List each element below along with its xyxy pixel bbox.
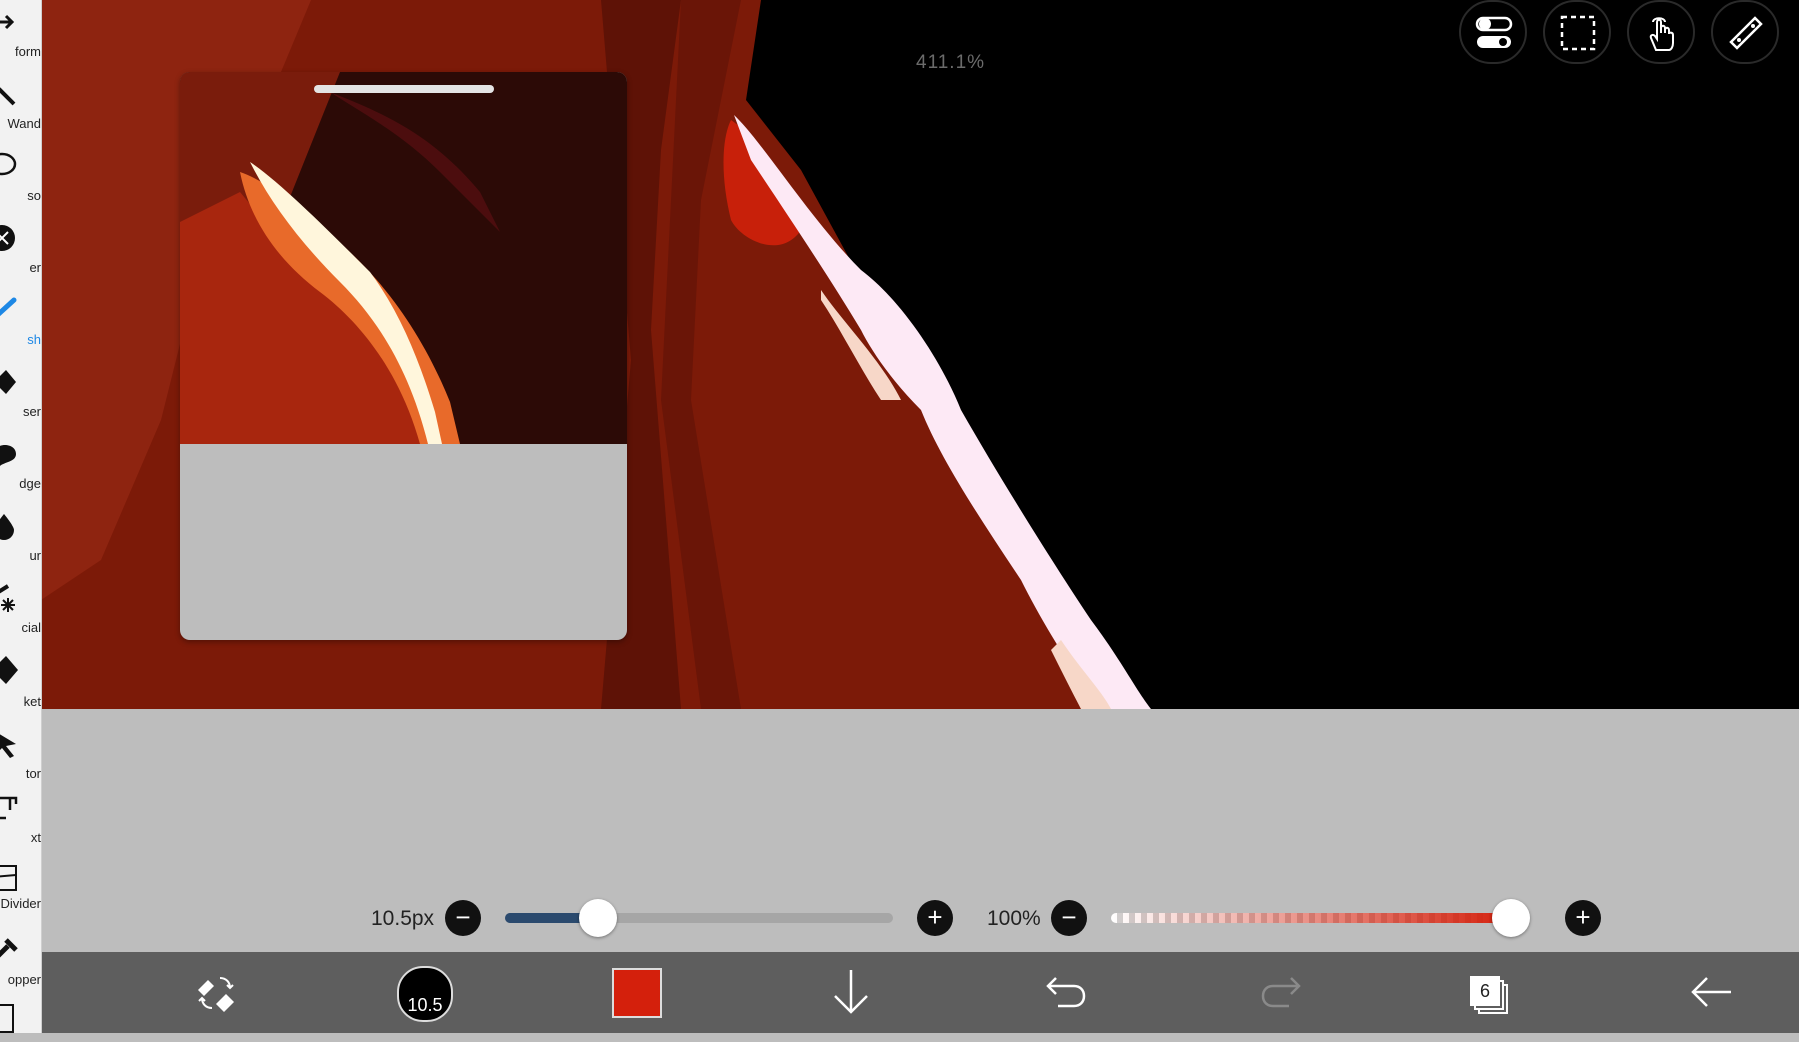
hand-tool-button[interactable]	[1627, 0, 1695, 64]
tool-label: tor	[25, 766, 41, 781]
tool-label: form	[15, 44, 41, 59]
frame-divider-icon	[0, 865, 17, 891]
back-button[interactable]	[1681, 952, 1741, 1033]
smudge-icon	[0, 445, 16, 466]
tool-label: cial	[21, 620, 41, 635]
brush-size-increase-button[interactable]: +	[917, 900, 953, 936]
brush-size-slider-thumb[interactable]	[579, 899, 618, 937]
brush-size-slider[interactable]	[505, 899, 893, 937]
reference-window[interactable]	[180, 72, 627, 640]
lasso-icon	[0, 152, 17, 176]
tool-label: sh	[27, 332, 41, 347]
eyedropper-icon	[0, 938, 18, 958]
brush-size-preview: 10.5	[397, 966, 453, 1022]
tool-label: Divider	[0, 896, 41, 911]
undo-icon	[1046, 977, 1086, 1008]
reference-image	[180, 72, 627, 444]
zoom-level-label: 411.1%	[916, 52, 986, 73]
tool-label: ser	[22, 404, 41, 419]
arrow-left-icon	[1691, 977, 1731, 1007]
move-down-button[interactable]	[821, 952, 881, 1033]
tool-label: opper	[7, 972, 41, 987]
ruler-button[interactable]	[1711, 0, 1779, 64]
tool-label: xt	[30, 830, 41, 845]
opacity-slider-gradient	[1111, 913, 1511, 923]
brush-size-button[interactable]: 10.5	[391, 952, 453, 1033]
current-color-swatch	[612, 968, 662, 1018]
redo-icon	[1261, 977, 1301, 1008]
bucket-icon	[0, 656, 18, 684]
toggle-settings-icon	[1475, 16, 1513, 48]
tool-special[interactable]: cial	[0, 576, 41, 648]
filter-icon	[0, 225, 15, 251]
tool-blur[interactable]: ur	[0, 504, 41, 576]
eraser-icon	[0, 370, 16, 394]
opacity-slider[interactable]	[1111, 899, 1530, 937]
undo-button[interactable]	[1036, 952, 1096, 1033]
tool-eraser[interactable]: ser	[0, 360, 41, 432]
tool-sidebar: form Wand so er sh ser dge ur cial ket t…	[0, 0, 42, 1033]
drawing-canvas[interactable]: 411.1%	[41, 0, 1799, 709]
blur-icon	[0, 514, 14, 540]
tool-label: so	[27, 188, 41, 203]
layers-button[interactable]: 6	[1466, 952, 1526, 1033]
tool-selector[interactable]: tor	[0, 722, 41, 794]
tool-label: ur	[29, 548, 41, 563]
tool-lasso[interactable]: so	[0, 144, 41, 216]
tool-label: er	[29, 260, 41, 275]
selection-icon	[1560, 15, 1596, 51]
hand-tool-icon	[1649, 17, 1674, 51]
tool-text[interactable]: xt	[0, 786, 41, 858]
tool-smudge[interactable]: dge	[0, 432, 41, 504]
redo-button[interactable]	[1251, 952, 1311, 1033]
tool-magic-wand[interactable]: Wand	[0, 72, 41, 144]
magic-wand-icon	[0, 87, 16, 106]
tool-frame-divider[interactable]: Divider	[0, 856, 41, 928]
layers-icon: 6	[1470, 976, 1510, 1016]
brush-eraser-swap-icon	[198, 977, 234, 1012]
frame-icon	[0, 1004, 14, 1033]
special-icon	[0, 584, 15, 612]
opacity-value: 100%	[987, 907, 1041, 930]
layer-count-badge: 6	[1470, 976, 1500, 1006]
tool-eyedropper[interactable]: opper	[0, 928, 41, 1000]
selector-icon	[0, 734, 16, 758]
ruler-icon	[1729, 16, 1763, 50]
selection-button[interactable]	[1543, 0, 1611, 64]
brush-size-value: 10.5px	[371, 907, 435, 930]
reference-drag-handle[interactable]	[314, 85, 494, 93]
color-picker-button[interactable]	[606, 952, 666, 1033]
brush-icon	[0, 297, 17, 317]
opacity-increase-button[interactable]: +	[1565, 900, 1601, 936]
bottom-toolbar: 10.5 6	[41, 952, 1799, 1033]
tool-filter[interactable]: er	[0, 216, 41, 288]
transform-icon	[0, 14, 15, 30]
tool-label: ket	[23, 694, 41, 709]
tool-brush[interactable]: sh	[0, 288, 41, 360]
brush-settings-bar: 10.5px − + 100% − +	[41, 709, 1799, 952]
text-icon	[0, 796, 18, 820]
opacity-decrease-button[interactable]: −	[1051, 900, 1087, 936]
arrow-down-icon	[834, 970, 868, 1014]
tool-label: dge	[19, 476, 41, 491]
brush-size-decrease-button[interactable]: −	[445, 900, 481, 936]
tool-label: Wand	[7, 116, 41, 131]
tool-transform[interactable]: form	[0, 0, 41, 72]
tool-bucket[interactable]: ket	[0, 648, 41, 720]
quick-tool-switch-button[interactable]	[186, 952, 246, 1033]
opacity-slider-thumb[interactable]	[1492, 899, 1530, 937]
toggle-settings-button[interactable]	[1459, 0, 1527, 64]
